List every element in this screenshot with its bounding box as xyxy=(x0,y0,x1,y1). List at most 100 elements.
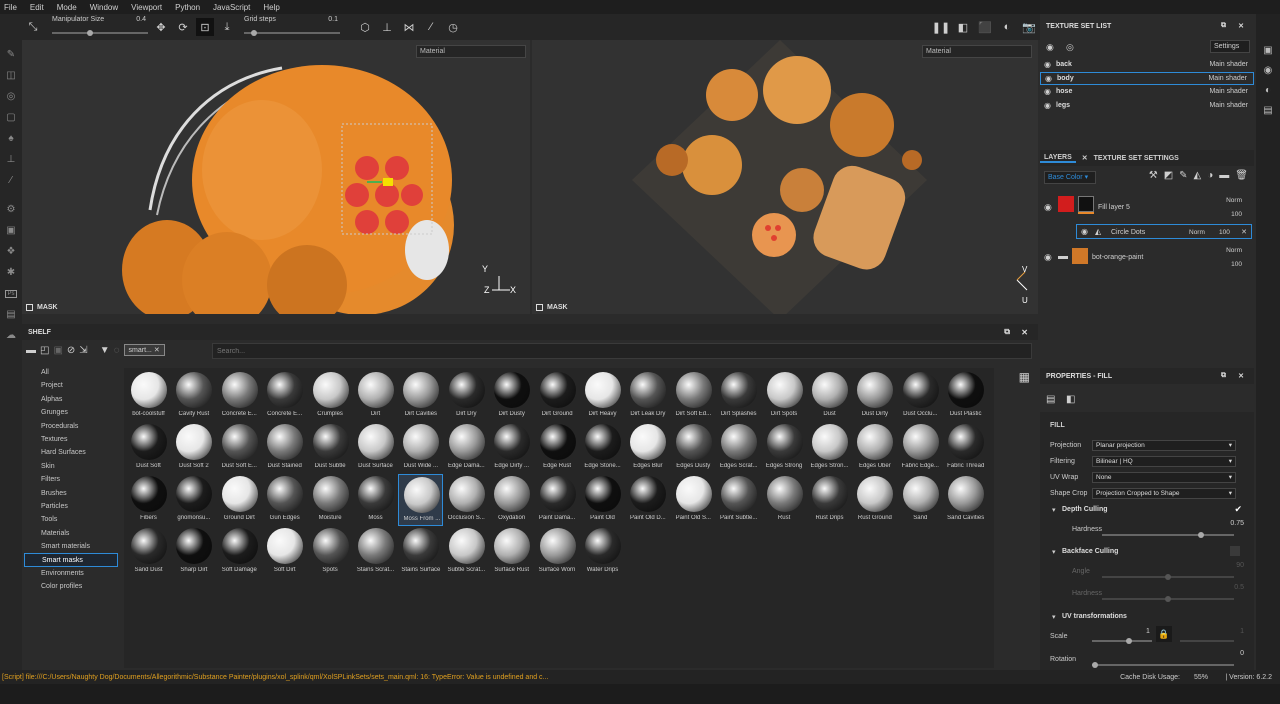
shelf-item[interactable]: Edge Stone... xyxy=(580,422,625,474)
shelf-category-item[interactable]: Grunges xyxy=(24,406,118,419)
shelf-category-item[interactable]: Brushes xyxy=(24,487,118,500)
eye-icon[interactable]: ◉ xyxy=(1044,60,1051,69)
shelf-item[interactable]: Stains Surface xyxy=(398,526,443,578)
fill-properties-icon[interactable]: ▤ xyxy=(1046,394,1055,405)
color-picker-icon[interactable]: ⁄ xyxy=(0,170,22,191)
backface-culling-collapse-icon[interactable]: ▾ xyxy=(1052,548,1056,556)
camera-mode-icon[interactable]: ⬛ xyxy=(976,18,994,36)
transform-icon[interactable]: ⤡ xyxy=(24,18,42,36)
eye-outline-icon[interactable]: ◎ xyxy=(1066,42,1074,53)
export-icon[interactable]: ▤ xyxy=(0,304,22,325)
screenshot-icon[interactable]: 📷 xyxy=(1020,18,1038,36)
shelf-item[interactable]: Gun Edges xyxy=(262,474,307,526)
menu-viewport[interactable]: Viewport xyxy=(131,3,162,12)
shelf-item[interactable]: Edges Stron... xyxy=(807,422,852,474)
viewer-settings-icon[interactable]: ▤ xyxy=(1256,100,1280,120)
environment-icon[interactable]: ◐ xyxy=(998,18,1016,36)
shelf-category-item[interactable]: Project xyxy=(24,379,118,392)
depth-culling-collapse-icon[interactable]: ▾ xyxy=(1052,506,1056,514)
shelf-category-item[interactable]: Smart masks xyxy=(24,553,118,567)
shelf-item[interactable]: Edges Scrat... xyxy=(716,422,761,474)
shelf-item[interactable]: Dirt Dusty xyxy=(489,370,534,422)
bake-icon[interactable]: ▣ xyxy=(0,220,22,241)
delete-icon[interactable]: 🗑 xyxy=(1235,170,1248,181)
mirror-icon[interactable]: ⋈ xyxy=(400,18,418,36)
menu-help[interactable]: Help xyxy=(263,3,279,12)
shelf-item[interactable]: Water Drips xyxy=(580,526,625,578)
add-paint-layer-icon[interactable]: ✎ xyxy=(1179,170,1187,181)
viewport-2d[interactable]: U V Material MASK xyxy=(532,40,1038,314)
shelf-item[interactable]: bot-coolstuff xyxy=(126,370,171,422)
menu-python[interactable]: Python xyxy=(175,3,200,12)
shelf-category-item[interactable]: Environments xyxy=(24,567,118,580)
shelf-category-item[interactable]: Materials xyxy=(24,527,118,540)
shelf-item[interactable]: Paint Old xyxy=(580,474,625,526)
shelf-item[interactable]: Paint Old S... xyxy=(671,474,716,526)
texture-set-icon[interactable]: ▣ xyxy=(1256,40,1280,60)
shelf-search-input[interactable] xyxy=(212,343,1032,359)
new-resource-icon[interactable]: ◰ xyxy=(40,345,49,356)
undock-icon[interactable]: ⧉ xyxy=(1004,327,1010,337)
menu-edit[interactable]: Edit xyxy=(30,3,44,12)
shelf-item[interactable]: Sharp Dirt xyxy=(171,526,216,578)
move-icon[interactable]: ✥ xyxy=(152,18,170,36)
shelf-item[interactable]: Paint Old D... xyxy=(625,474,670,526)
shelf-category-item[interactable]: Alphas xyxy=(24,393,118,406)
folder-add-icon[interactable]: ▬ xyxy=(1219,170,1229,181)
shelf-item[interactable]: Oxydation xyxy=(489,474,534,526)
viewport-3d-mode-select[interactable]: Material xyxy=(416,45,526,58)
shelf-item[interactable]: Soft Damage xyxy=(217,526,262,578)
shelf-item[interactable]: Surface Worn xyxy=(535,526,580,578)
import-icon[interactable]: ⇲ xyxy=(79,345,87,356)
lock-icon[interactable]: 🔒 xyxy=(1156,626,1172,642)
shapecrop-select[interactable]: Projection Cropped to Shape ▾ xyxy=(1092,488,1236,499)
material-icon[interactable]: ◧ xyxy=(1066,394,1075,405)
scale-icon[interactable]: ⊡ xyxy=(196,18,214,36)
close-icon[interactable]: ✕ xyxy=(1021,328,1028,337)
cube-icon[interactable]: ⬡ xyxy=(356,18,374,36)
shelf-item[interactable]: Fabric Thread xyxy=(943,422,988,474)
shelf-item[interactable]: Fabric Edge... xyxy=(898,422,943,474)
eye-icon[interactable]: ◉ xyxy=(1044,101,1051,110)
channel-dropdown[interactable]: Base Color ▾ xyxy=(1044,171,1096,184)
paint-brush-icon[interactable]: ✎ xyxy=(0,44,22,65)
viewport-2d-mask-toggle[interactable]: MASK xyxy=(536,304,568,311)
refresh-icon[interactable]: ◌ xyxy=(114,345,120,356)
remove-effect-icon[interactable]: ✕ xyxy=(1241,228,1247,236)
backface-culling-checkbox[interactable] xyxy=(1230,546,1240,556)
layer-row[interactable]: ◉ ▬ bot-orange-paint Norm 100 xyxy=(1040,244,1254,276)
texture-set-item[interactable]: ◉ back Main shader xyxy=(1040,58,1254,71)
pause-icon[interactable]: ❚❚ xyxy=(932,18,950,36)
eye-icon[interactable]: ◉ xyxy=(1044,87,1051,96)
effect-opacity[interactable]: 100 xyxy=(1219,229,1230,236)
shader-settings-icon[interactable]: ◐ xyxy=(1256,80,1280,100)
effects-icon[interactable]: ⚒ xyxy=(1149,170,1158,181)
shelf-item[interactable]: Edges Uber xyxy=(852,422,897,474)
shelf-item[interactable]: Dust Plastic xyxy=(943,370,988,422)
angle-knob[interactable] xyxy=(1165,574,1171,580)
manipulator-knob[interactable] xyxy=(87,30,94,36)
add-fill-layer-icon[interactable]: ◭ xyxy=(1194,170,1202,181)
shelf-item[interactable]: Concrete E... xyxy=(262,370,307,422)
shelf-item[interactable]: Dirt Spots xyxy=(762,370,807,422)
layer-opacity[interactable]: 100 xyxy=(1231,211,1242,218)
manipulator-size-slider[interactable]: Manipulator Size 0.4 xyxy=(50,14,150,40)
shelf-item[interactable]: Rust Ground xyxy=(852,474,897,526)
shelf-item[interactable]: Dirt Heavy xyxy=(580,370,625,422)
undock-icon[interactable]: ⧉ xyxy=(1221,372,1226,380)
hardness2-slider[interactable] xyxy=(1102,596,1234,602)
hardness-slider[interactable] xyxy=(1102,532,1234,538)
texture-set-item[interactable]: ◉ hose Main shader xyxy=(1040,85,1254,98)
shelf-item[interactable]: Moisture xyxy=(308,474,353,526)
add-mask-icon[interactable]: ◩ xyxy=(1164,170,1173,181)
shelf-category-item[interactable]: Filters xyxy=(24,473,118,486)
shelf-item[interactable]: Edge Dirty ... xyxy=(489,422,534,474)
shelf-item[interactable]: Stains Scrat... xyxy=(353,526,398,578)
shelf-item[interactable]: Edges Strong xyxy=(762,422,807,474)
cloud-icon[interactable]: ☁ xyxy=(0,325,22,346)
projection-select[interactable]: Planar projection ▾ xyxy=(1092,440,1236,451)
shelf-item[interactable]: Dirt Cavities xyxy=(398,370,443,422)
effect-blend[interactable]: Norm xyxy=(1189,229,1205,236)
shelf-item[interactable]: Dust Wide ... xyxy=(398,422,443,474)
plugin-icon[interactable]: ✱ xyxy=(0,262,22,283)
